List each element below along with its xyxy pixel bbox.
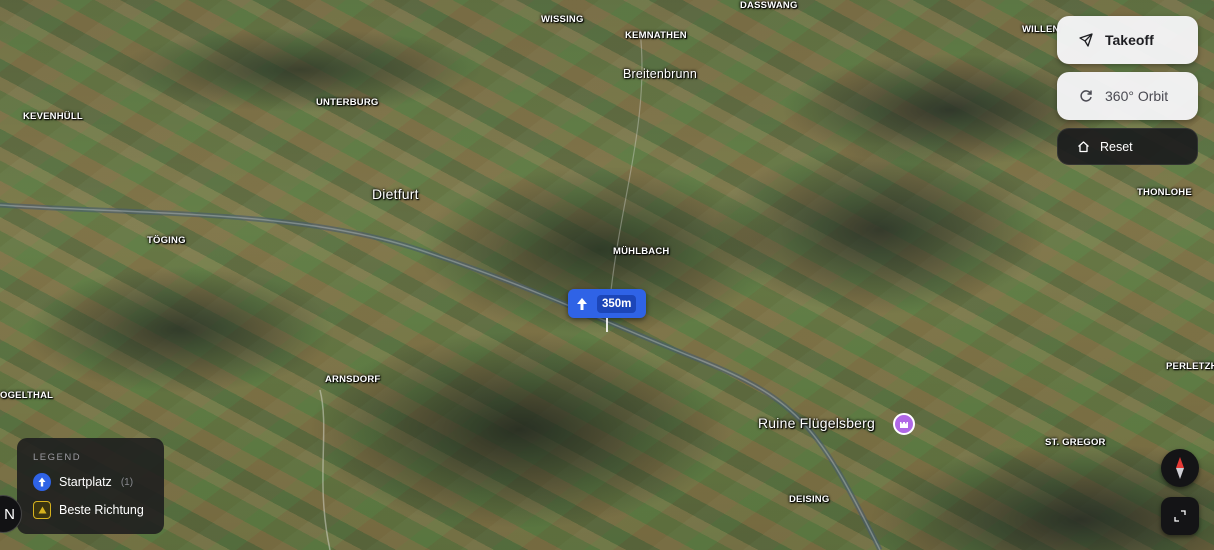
- takeoff-button[interactable]: Takeoff: [1057, 16, 1198, 64]
- map-view[interactable]: WISSING DASSWANG WILLEN KEMNATHEN Breite…: [0, 0, 1214, 550]
- arrow-up-icon: [576, 297, 588, 311]
- marker-stem: [606, 318, 608, 332]
- legend-item-startplatz: Startplatz (1): [33, 473, 148, 491]
- river-altmuehl: [0, 29, 883, 550]
- legend-count-startplatz: (1): [120, 476, 134, 488]
- legend-label-beste-richtung: Beste Richtung: [59, 503, 144, 517]
- place-toging: TÖGING: [147, 235, 186, 246]
- place-deising: DEISING: [789, 494, 830, 505]
- reset-button[interactable]: Reset: [1057, 128, 1198, 165]
- north-label: N: [4, 505, 15, 523]
- startplatz-icon: [33, 473, 51, 491]
- place-dietfurt: Dietfurt: [372, 186, 419, 202]
- castle-icon[interactable]: [893, 413, 915, 435]
- place-willen: WILLEN: [1022, 24, 1060, 35]
- place-muhlbach: MÜHLBACH: [613, 246, 670, 257]
- legend-label-startplatz: Startplatz: [59, 475, 112, 489]
- place-kemnathen: KEMNATHEN: [625, 30, 687, 41]
- place-kevenhull: KEVENHÜLL: [23, 111, 83, 122]
- place-dasswang: DASSWANG: [740, 0, 798, 11]
- orbit-button[interactable]: 360° Orbit: [1057, 72, 1198, 120]
- fullscreen-button[interactable]: [1161, 497, 1199, 535]
- home-icon: [1076, 140, 1090, 154]
- legend-panel: LEGEND Startplatz (1) Beste Richtung: [17, 438, 164, 534]
- triangle-icon: [33, 501, 51, 519]
- reset-label: Reset: [1100, 139, 1133, 154]
- orbit-label: 360° Orbit: [1105, 88, 1169, 104]
- rotate-icon: [1079, 89, 1093, 103]
- compass-icon: [1176, 457, 1184, 479]
- takeoff-label: Takeoff: [1105, 32, 1154, 48]
- startplatz-marker[interactable]: 350m: [568, 289, 646, 318]
- fullscreen-icon: [1174, 510, 1186, 522]
- place-ogelthal: OGELTHAL: [0, 390, 54, 401]
- place-breitenbrunn: Breitenbrunn: [623, 67, 697, 81]
- altitude-label: 350m: [597, 294, 637, 313]
- place-perletzh: PERLETZH: [1166, 361, 1214, 372]
- legend-title: LEGEND: [33, 452, 82, 463]
- place-wissing: WISSING: [541, 14, 584, 25]
- plane-icon: [1079, 33, 1093, 47]
- place-st-gregor: ST. GREGOR: [1045, 437, 1106, 448]
- place-thonlohe: THONLOHE: [1137, 187, 1192, 198]
- legend-item-beste-richtung: Beste Richtung: [33, 501, 148, 519]
- place-arnsdorf: ARNSDORF: [325, 374, 381, 385]
- place-ruine-fluegelsberg: Ruine Flügelsberg: [758, 415, 876, 431]
- compass-button[interactable]: [1161, 449, 1199, 487]
- place-unterburg: UNTERBURG: [316, 97, 379, 108]
